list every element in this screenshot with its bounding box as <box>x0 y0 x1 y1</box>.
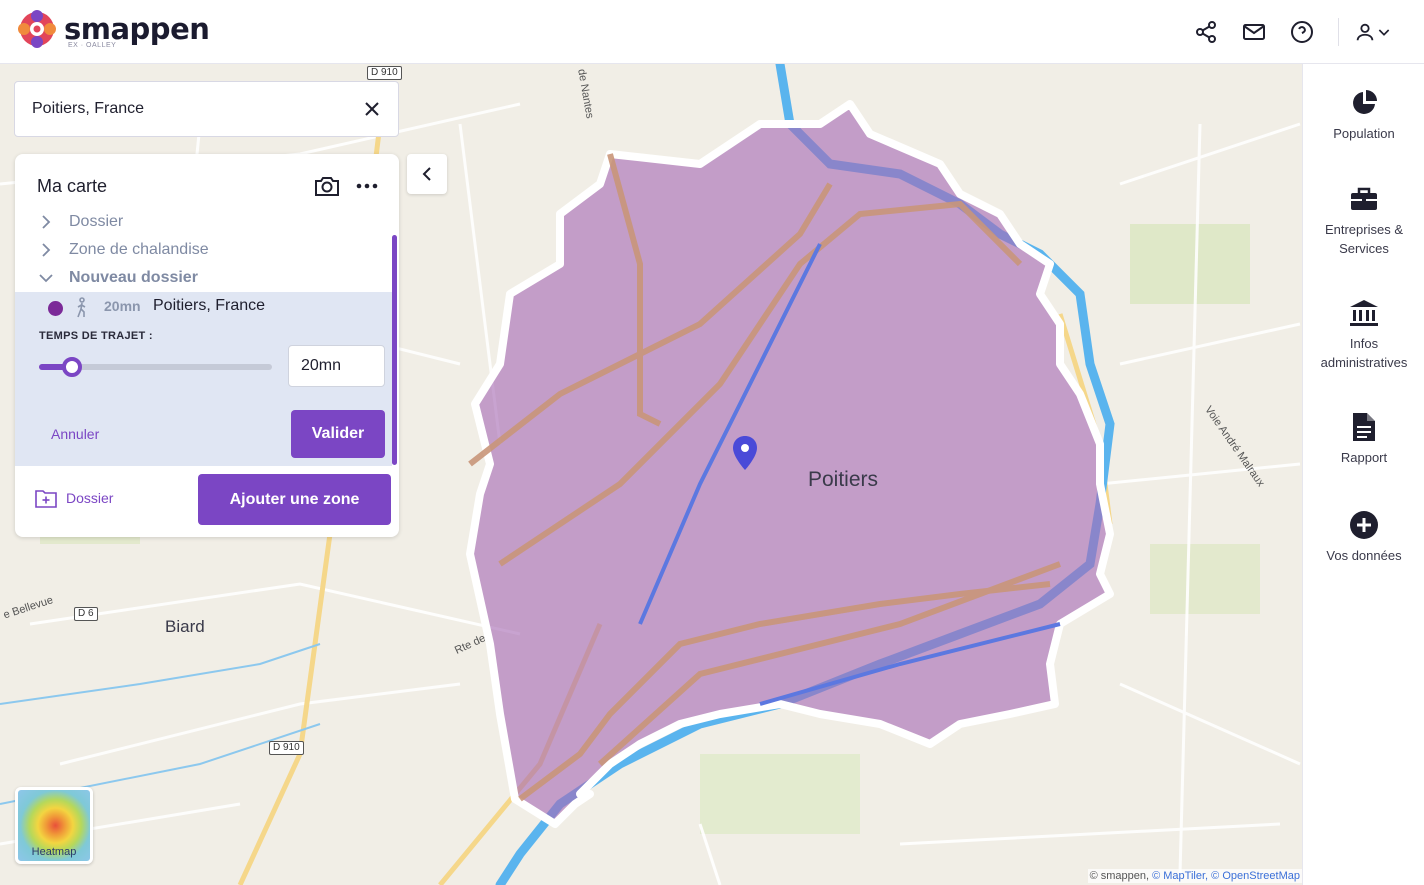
help-icon[interactable] <box>1288 18 1316 46</box>
app-name: smappen <box>64 12 210 46</box>
zone-color-dot[interactable] <box>48 301 63 316</box>
zone-time: 20mn <box>104 298 141 314</box>
road-badge: D 910 <box>367 66 402 80</box>
chevron-down-icon <box>1378 29 1390 36</box>
chevron-down-icon <box>39 274 53 283</box>
zone-editor: 20mn Poitiers, France TEMPS DE TRAJET : … <box>15 292 392 466</box>
sidebar-item-infos-administratives[interactable]: Infos administratives <box>1303 298 1424 372</box>
camera-icon[interactable] <box>314 175 340 197</box>
walk-icon <box>77 297 86 318</box>
osm-link[interactable]: © OpenStreetMap <box>1211 870 1300 882</box>
location-pin-icon[interactable] <box>733 436 757 470</box>
sidebar-item-vos-donnees[interactable]: Vos données <box>1303 510 1424 565</box>
bank-icon <box>1349 298 1379 328</box>
heatmap-toggle[interactable]: Heatmap <box>15 787 93 864</box>
share-icon[interactable] <box>1192 18 1220 46</box>
briefcase-icon <box>1349 184 1379 214</box>
right-sidebar: Population Entreprises & Services Infos … <box>1302 64 1424 885</box>
sidebar-item-label: Entreprises & Services <box>1324 222 1404 256</box>
panel-title: Ma carte <box>37 176 108 196</box>
sidebar-item-label: Population <box>1333 126 1395 141</box>
chevron-right-icon <box>42 215 51 229</box>
search-box <box>14 81 399 137</box>
user-icon <box>1356 23 1374 41</box>
zone-name[interactable]: Poitiers, France <box>153 297 265 315</box>
header-divider <box>1338 18 1339 46</box>
sidebar-item-label: Vos données <box>1326 548 1402 563</box>
chevron-left-icon <box>422 167 431 181</box>
road-badge: D 910 <box>269 741 304 755</box>
plus-circle-icon <box>1349 510 1379 540</box>
add-folder-label: Dossier <box>66 490 114 506</box>
chevron-right-icon <box>42 243 51 257</box>
add-zone-button[interactable]: Ajouter une zone <box>198 474 391 525</box>
folder-plus-icon <box>35 490 57 508</box>
travel-time-slider[interactable] <box>39 357 272 377</box>
tree-item-label: Dossier <box>69 213 124 230</box>
map-panel: Ma carte Dossier Zone de chalandise Nouv… <box>15 154 399 537</box>
isochrone-zone <box>466 100 1114 828</box>
pie-chart-icon <box>1349 88 1379 118</box>
tree-item-nouveau-dossier[interactable]: Nouveau dossier <box>39 266 198 290</box>
travel-time-label: TEMPS DE TRAJET : <box>39 330 153 342</box>
cancel-button[interactable]: Annuler <box>51 426 99 442</box>
logo-icon <box>18 10 56 48</box>
slider-thumb[interactable] <box>61 357 82 377</box>
tree-item-label: Zone de chalandise <box>69 241 209 258</box>
mail-icon[interactable] <box>1240 18 1268 46</box>
heatmap-label: Heatmap <box>31 846 77 858</box>
app-subtitle: EX · OALLEY <box>68 42 117 49</box>
add-folder-button[interactable]: Dossier <box>35 488 113 508</box>
maptiler-link[interactable]: © MapTiler, <box>1152 870 1208 882</box>
attribution-text: © smappen, <box>1089 870 1150 882</box>
tree-item-dossier[interactable]: Dossier <box>39 210 123 234</box>
tree-item-label: Nouveau dossier <box>69 269 198 286</box>
panel-scrollbar[interactable] <box>392 235 397 465</box>
more-options-icon[interactable] <box>355 176 379 196</box>
search-input[interactable] <box>32 100 352 118</box>
user-menu-button[interactable] <box>1350 18 1396 46</box>
map-attribution: © smappen, © MapTiler, © OpenStreetMap <box>1087 869 1302 883</box>
collapse-panel-button[interactable] <box>407 154 447 194</box>
sidebar-item-label: Rapport <box>1340 450 1388 465</box>
document-icon <box>1349 412 1379 442</box>
validate-button[interactable]: Valider <box>291 410 385 458</box>
close-icon[interactable] <box>362 99 382 119</box>
tree-item-zone-de-chalandise[interactable]: Zone de chalandise <box>39 238 209 262</box>
travel-time-input[interactable] <box>288 345 385 387</box>
sidebar-item-population[interactable]: Population <box>1303 88 1424 143</box>
map-city-label: Poitiers <box>808 468 879 491</box>
sidebar-item-label: Infos administratives <box>1320 336 1408 370</box>
road-badge: D 6 <box>74 607 98 621</box>
sidebar-item-rapport[interactable]: Rapport <box>1303 412 1424 467</box>
map-town-label: Biard <box>165 617 205 636</box>
sidebar-item-entreprises[interactable]: Entreprises & Services <box>1303 184 1424 258</box>
app-header: smappen EX · OALLEY <box>0 0 1424 64</box>
